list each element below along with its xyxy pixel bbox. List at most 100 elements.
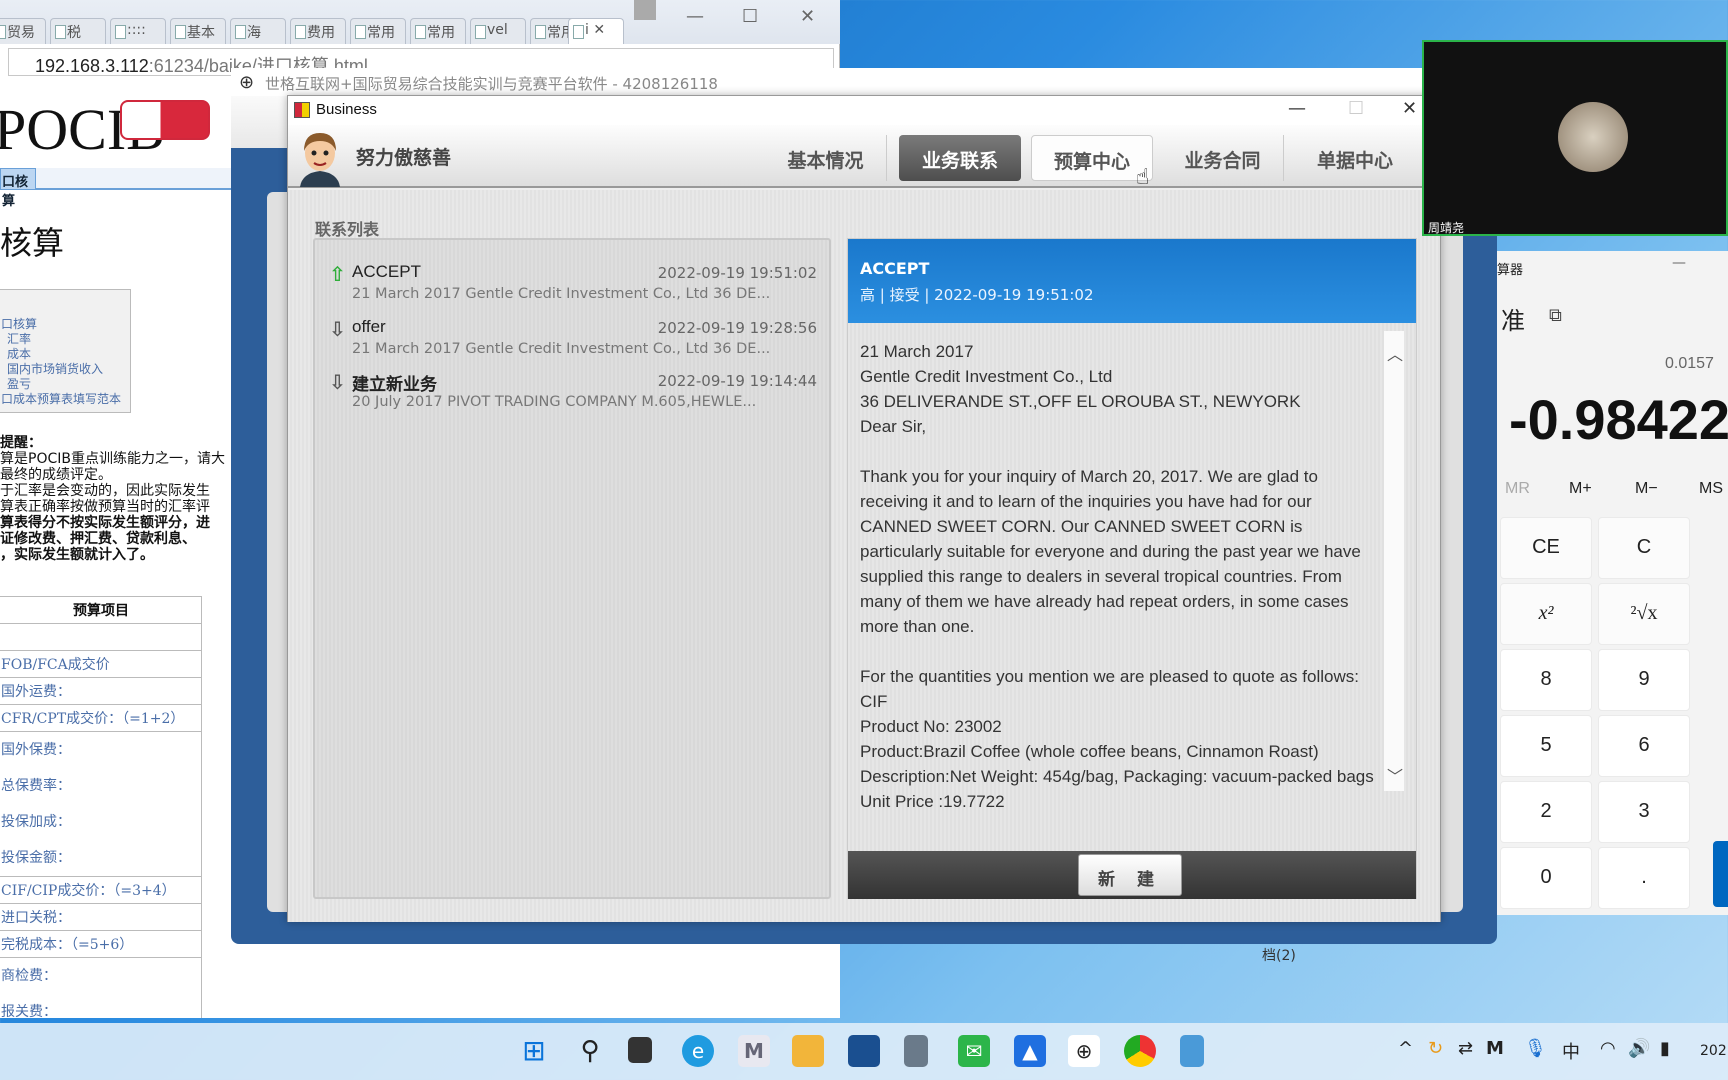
start-icon[interactable]: ⊞ xyxy=(518,1035,550,1067)
search-icon[interactable]: ⚲ xyxy=(574,1035,606,1067)
transfer-icon[interactable]: ⇄ xyxy=(1458,1038,1473,1059)
calculator-mode[interactable]: 准 xyxy=(1501,301,1525,336)
scroll-down-icon[interactable]: ﹀ xyxy=(1387,763,1403,787)
calc-key[interactable]: 6 xyxy=(1598,715,1690,777)
browser-tab[interactable]: vel xyxy=(470,18,526,44)
toc-link[interactable]: 成本 xyxy=(1,347,130,362)
browser-tab-active[interactable]: i ✕ xyxy=(568,18,624,44)
tab-budget-center[interactable]: 预算中心 xyxy=(1031,135,1153,181)
toc-box: 口核算 汇率 成本 国内市场销货收入 盈亏 口成本预算表填写范本 xyxy=(0,289,131,413)
list-item[interactable]: ⇩ 建立新业务 2022-09-19 19:14:44 20 July 2017… xyxy=(327,368,817,422)
m-tray-icon[interactable]: M xyxy=(1486,1038,1504,1059)
sync-icon[interactable]: ↻ xyxy=(1428,1038,1443,1059)
toc-link[interactable]: 口成本预算表填写范本 xyxy=(1,392,130,407)
new-button[interactable]: 新 建 xyxy=(1078,854,1182,896)
business-dialog: Business — ☐ ✕ 努力傲慈善 基本情况 业务联系 预算中心 业务合同… xyxy=(287,95,1441,922)
memory-recall-button[interactable]: MR xyxy=(1505,480,1530,498)
url-host: 192.168.3.112 xyxy=(35,56,149,76)
browser-tab[interactable]: 费用 xyxy=(290,18,346,44)
browser-tab[interactable]: 海 xyxy=(230,18,286,44)
browser-tab[interactable]: 常用 xyxy=(350,18,406,44)
calc-key[interactable]: 5 xyxy=(1500,715,1592,777)
calc-key[interactable]: 0 xyxy=(1500,847,1592,909)
m-app-icon[interactable]: M xyxy=(738,1035,770,1067)
table-cell xyxy=(0,623,202,651)
battery-icon[interactable]: ▮ xyxy=(1660,1038,1670,1059)
body-line: Product No: 23002 xyxy=(860,717,1002,736)
close-icon[interactable]: ✕ xyxy=(1402,98,1417,119)
memory-add-button[interactable]: M+ xyxy=(1569,480,1592,498)
task-view-icon[interactable] xyxy=(628,1037,652,1063)
ime-icon[interactable]: 中 xyxy=(1562,1038,1580,1064)
body-line: 36 DELIVERANDE ST.,OFF EL OROUBA ST., NE… xyxy=(860,392,1301,411)
calculator-icon[interactable] xyxy=(904,1035,928,1067)
browser-tab[interactable]: 贸易 xyxy=(0,18,46,44)
browser-tab[interactable]: 常用 xyxy=(410,18,466,44)
toc-link[interactable]: 口核算 xyxy=(1,317,130,332)
scroll-up-icon[interactable]: ︿ xyxy=(1387,341,1403,365)
browser-tab[interactable]: 基本 xyxy=(170,18,226,44)
minimize-icon[interactable]: — xyxy=(686,6,704,27)
tab-basic-info[interactable]: 基本情况 xyxy=(765,135,887,181)
store-icon[interactable] xyxy=(848,1035,880,1067)
list-item[interactable]: ⇧ ACCEPT 2022-09-19 19:51:02 21 March 20… xyxy=(327,260,817,314)
pocib-icon[interactable]: ⊕ xyxy=(1068,1035,1100,1067)
list-label: 联系列表 xyxy=(315,220,380,239)
toc-link[interactable]: 国内市场销货收入 xyxy=(1,362,130,377)
calc-key[interactable]: x² xyxy=(1500,583,1592,645)
calc-key[interactable]: 8 xyxy=(1500,649,1592,711)
item-time: 2022-09-19 19:14:44 xyxy=(657,372,817,390)
close-tab-icon[interactable]: ✕ xyxy=(593,22,605,38)
toc-link[interactable]: 汇率 xyxy=(1,332,130,347)
calc-key[interactable]: 3 xyxy=(1598,781,1690,843)
scrollbar[interactable]: ︿ ﹀ xyxy=(1384,331,1404,791)
tab-business-contact[interactable]: 业务联系 xyxy=(899,135,1021,181)
tray-expand-icon[interactable]: ^ xyxy=(1398,1038,1413,1059)
meeting-icon[interactable]: ▲ xyxy=(1014,1035,1046,1067)
calculator-display: -0.98422 xyxy=(1509,388,1728,451)
browser-tab[interactable]: 税 xyxy=(50,18,106,44)
nav-strip xyxy=(0,168,240,190)
calc-key[interactable]: 9 xyxy=(1598,649,1690,711)
tab-business-contract[interactable]: 业务合同 xyxy=(1162,135,1284,181)
toc-link[interactable]: 盈亏 xyxy=(1,377,130,392)
memory-subtract-button[interactable]: M− xyxy=(1635,480,1658,498)
calc-key[interactable]: CE xyxy=(1500,517,1592,579)
item-snippet: 20 July 2017 PIVOT TRADING COMPANY M.605… xyxy=(352,394,757,410)
page-title: 核算 xyxy=(0,224,65,262)
wechat-icon[interactable]: ✉ xyxy=(958,1035,990,1067)
desktop-icon-label[interactable]: 档(2) xyxy=(1262,945,1296,965)
memory-store-button[interactable]: MS xyxy=(1699,480,1723,498)
volume-icon[interactable]: 🔊 xyxy=(1628,1038,1650,1059)
tab-document-center[interactable]: 单据中心 xyxy=(1294,135,1416,181)
file-explorer-icon[interactable] xyxy=(792,1035,824,1067)
calc-key[interactable]: . xyxy=(1598,847,1690,909)
chrome-icon[interactable] xyxy=(1124,1035,1156,1067)
microphone-icon[interactable]: 🎙 xyxy=(1524,1038,1547,1059)
close-icon[interactable]: ✕ xyxy=(800,6,815,27)
minimize-icon[interactable]: — xyxy=(1672,255,1686,271)
maximize-icon[interactable]: ☐ xyxy=(1348,98,1364,119)
notepad-icon[interactable] xyxy=(1180,1035,1204,1067)
body-line: CIF xyxy=(860,692,888,711)
wifi-icon[interactable]: ◠ xyxy=(1600,1038,1616,1059)
browser-tab[interactable]: :::: xyxy=(110,18,166,44)
video-call-window: 周靖尧 xyxy=(1422,40,1728,236)
clock[interactable]: 202 xyxy=(1700,1043,1727,1059)
dialog-title: Business xyxy=(288,96,1440,125)
nav-tab[interactable]: 口核算 xyxy=(0,168,36,209)
notes-title: 提醒： xyxy=(0,435,42,451)
detail-body: 21 March 2017 Gentle Credit Investment C… xyxy=(860,339,1380,814)
calc-key[interactable]: 2 xyxy=(1500,781,1592,843)
taskbar: ⊞ ⚲ e M ✉ ▲ ⊕ ^ ↻ ⇄ M 🎙 中 ◠ 🔊 ▮ 202 xyxy=(0,1023,1728,1080)
list-item[interactable]: ⇩ offer 2022-09-19 19:28:56 21 March 201… xyxy=(327,315,817,369)
edge-icon[interactable]: e xyxy=(682,1035,714,1067)
maximize-icon[interactable]: ☐ xyxy=(742,6,758,27)
keep-on-top-icon[interactable]: ⧉ xyxy=(1549,305,1562,326)
equals-button[interactable] xyxy=(1713,841,1728,907)
profile-icon[interactable] xyxy=(634,0,656,20)
calc-key[interactable]: ²√x xyxy=(1598,583,1690,645)
minimize-icon[interactable]: — xyxy=(1288,98,1306,119)
calc-key[interactable]: C xyxy=(1598,517,1690,579)
table-cell: FOB/FCA成交价 xyxy=(0,650,202,678)
